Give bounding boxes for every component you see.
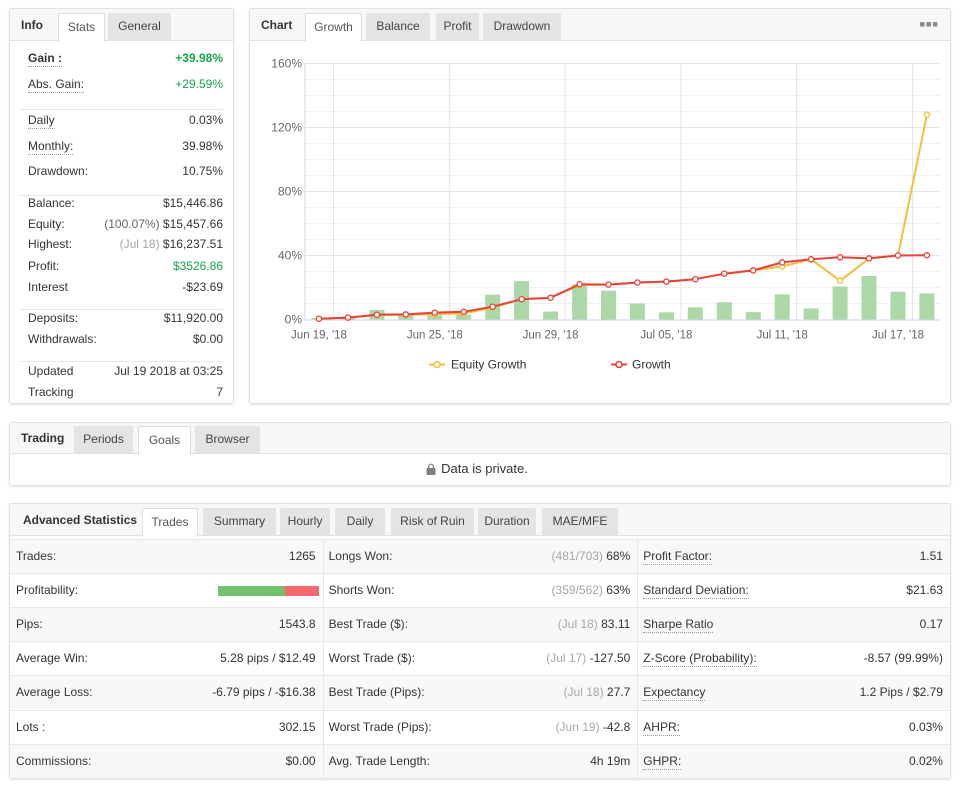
svg-text:40%: 40% [278, 249, 302, 263]
svg-text:120%: 120% [271, 121, 302, 135]
svg-text:Jun 29, '18: Jun 29, '18 [523, 330, 579, 342]
svg-text:Jul 05, '18: Jul 05, '18 [640, 330, 692, 342]
svg-text:Jul 17, '18: Jul 17, '18 [872, 330, 924, 342]
svg-text:Jun 19, '18: Jun 19, '18 [291, 330, 347, 342]
svg-text:0%: 0% [285, 313, 303, 327]
svg-text:Jul 11, '18: Jul 11, '18 [757, 330, 808, 342]
svg-text:Jun 25, '18: Jun 25, '18 [407, 330, 463, 342]
svg-text:160%: 160% [271, 57, 302, 71]
svg-text:80%: 80% [278, 185, 302, 199]
svg-text:Growth: Growth [632, 358, 671, 372]
svg-text:Equity Growth: Equity Growth [451, 358, 526, 372]
